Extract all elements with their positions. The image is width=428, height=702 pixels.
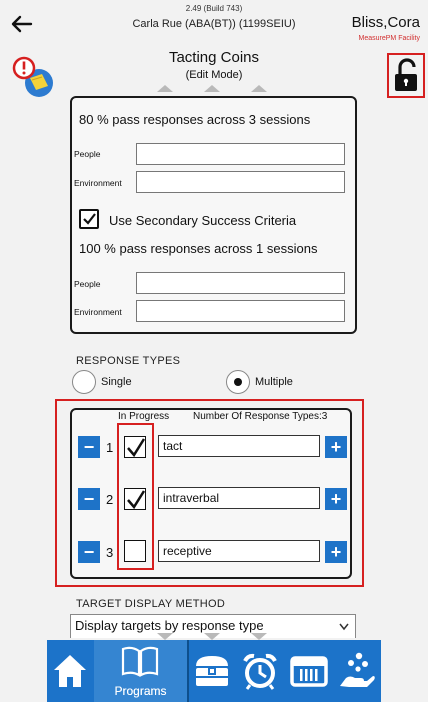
environment-field-secondary[interactable] xyxy=(136,300,345,322)
edit-mode-label: (Edit Mode) xyxy=(185,69,243,81)
environment-label: Environment xyxy=(74,178,122,188)
response-type-field[interactable]: intraverbal xyxy=(158,487,320,509)
remove-row-button[interactable]: − xyxy=(78,436,100,458)
in-progress-checkbox[interactable] xyxy=(124,436,146,458)
single-label[interactable]: Single xyxy=(101,376,132,388)
people-label-secondary: People xyxy=(74,279,101,289)
people-field-secondary[interactable] xyxy=(136,272,345,294)
response-type-field[interactable]: receptive xyxy=(158,540,320,562)
multiple-radio[interactable] xyxy=(226,370,250,394)
facility-name: MeasurePM Facility xyxy=(358,35,420,42)
remove-row-button[interactable]: − xyxy=(78,488,100,510)
add-row-button[interactable]: + xyxy=(325,541,347,563)
pager-indicator xyxy=(251,633,267,640)
in-progress-checkbox[interactable] xyxy=(124,540,146,562)
environment-label-secondary: Environment xyxy=(74,307,122,317)
nav-label-selected: Programs xyxy=(114,684,167,698)
pager-indicator xyxy=(204,85,220,92)
book-icon xyxy=(121,646,159,677)
row-index: 3 xyxy=(106,545,114,560)
hand-stars-icon[interactable] xyxy=(337,650,377,690)
pager-indicator xyxy=(251,85,267,92)
secondary-criteria-checkbox[interactable] xyxy=(79,209,99,229)
user-name[interactable]: Bliss,Cora xyxy=(352,14,420,31)
page-title: Tacting Coins xyxy=(168,49,260,66)
pager-indicator xyxy=(157,633,173,640)
dropdown-value: Display targets by response type xyxy=(75,618,264,633)
people-label: People xyxy=(74,149,101,159)
single-radio[interactable] xyxy=(72,370,96,394)
row-index: 1 xyxy=(106,440,114,455)
response-types-heading: RESPONSE TYPES xyxy=(76,355,181,367)
home-icon[interactable] xyxy=(52,652,88,690)
secondary-criteria[interactable]: 100 % pass responses across 1 sessions xyxy=(79,241,317,256)
response-type-field[interactable]: tact xyxy=(158,435,320,457)
pager-indicator xyxy=(204,633,220,640)
build-version: 2.49 (Build 743) xyxy=(185,4,243,13)
response-count: Number Of Response Types:3 xyxy=(193,411,328,422)
secondary-criteria-label: Use Secondary Success Criteria xyxy=(109,213,297,228)
add-row-button[interactable]: + xyxy=(325,488,347,510)
nav-divider xyxy=(187,640,189,702)
alarm-clock-icon[interactable] xyxy=(241,652,279,690)
checkmark-icon xyxy=(127,438,146,458)
remove-row-button[interactable]: − xyxy=(78,541,100,563)
multiple-label[interactable]: Multiple xyxy=(255,376,293,388)
pager-indicator xyxy=(157,85,173,92)
in-progress-header: In Progress xyxy=(118,411,170,422)
row-index: 2 xyxy=(106,492,114,507)
people-field[interactable] xyxy=(136,143,345,165)
checkmark-icon xyxy=(83,213,96,225)
target-display-heading: TARGET DISPLAY METHOD xyxy=(76,598,226,610)
primary-criteria[interactable]: 80 % pass responses across 3 sessions xyxy=(79,112,310,127)
chevron-down-icon xyxy=(339,623,349,631)
calendar-icon[interactable] xyxy=(289,654,329,688)
add-row-button[interactable]: + xyxy=(325,436,347,458)
environment-field[interactable] xyxy=(136,171,345,193)
treasure-chest-icon[interactable] xyxy=(193,654,231,688)
checkmark-icon xyxy=(127,490,146,510)
in-progress-checkbox[interactable] xyxy=(124,488,146,510)
